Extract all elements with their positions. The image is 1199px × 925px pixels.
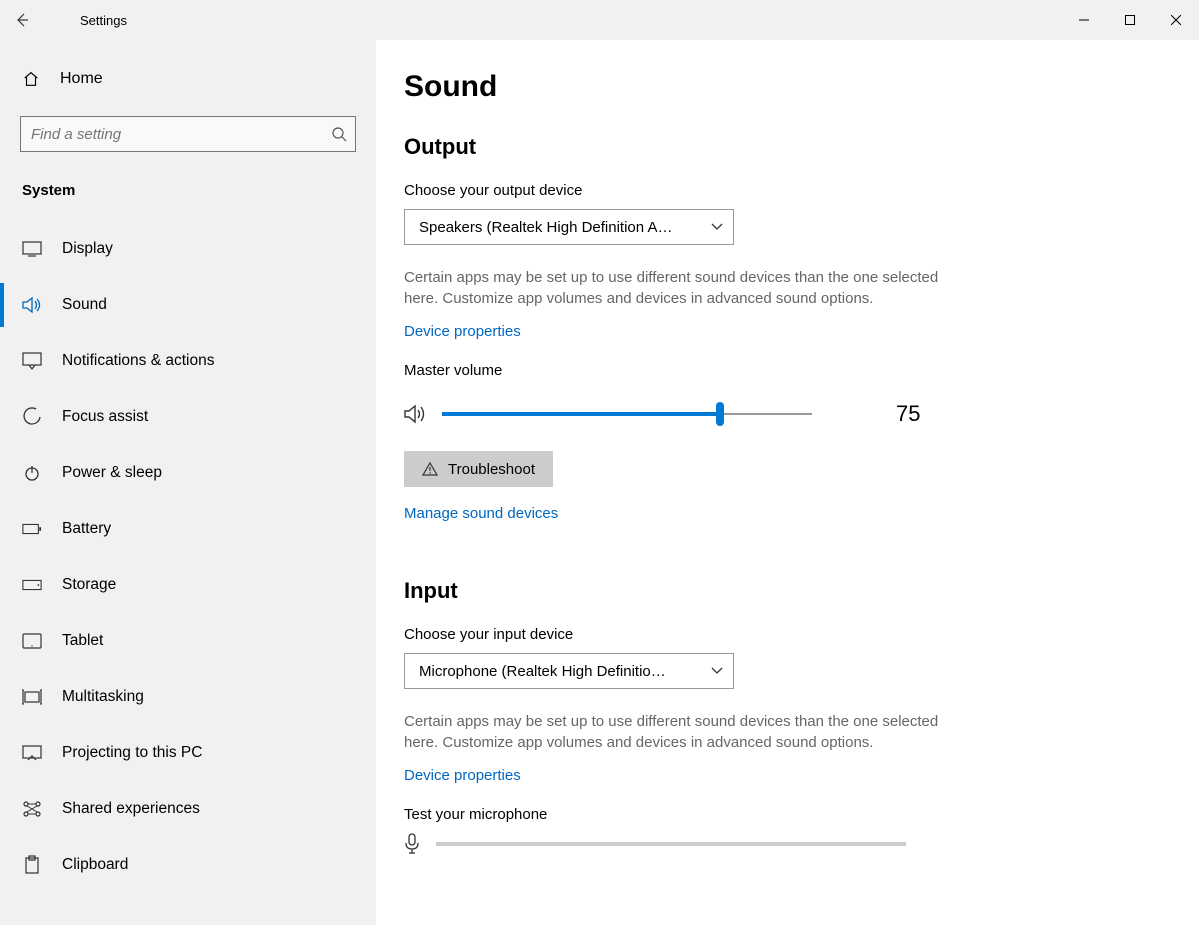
sidebar-item-power-sleep[interactable]: Power & sleep bbox=[0, 445, 376, 501]
master-volume-label: Master volume bbox=[404, 362, 1159, 379]
search-input-wrapper[interactable] bbox=[20, 116, 356, 152]
nav-label: Multitasking bbox=[62, 688, 144, 706]
sidebar-item-projecting[interactable]: Projecting to this PC bbox=[0, 725, 376, 781]
nav-label: Power & sleep bbox=[62, 464, 162, 482]
volume-icon[interactable] bbox=[404, 403, 428, 425]
input-choose-label: Choose your input device bbox=[404, 626, 1159, 643]
sidebar-item-storage[interactable]: Storage bbox=[0, 557, 376, 613]
output-heading: Output bbox=[404, 134, 1159, 160]
notifications-icon bbox=[22, 352, 42, 370]
sidebar: Home System Display Sound bbox=[0, 40, 376, 925]
shared-experiences-icon bbox=[22, 800, 42, 818]
output-choose-label: Choose your output device bbox=[404, 182, 1159, 199]
nav-label: Display bbox=[62, 240, 113, 258]
sidebar-item-display[interactable]: Display bbox=[0, 221, 376, 277]
sidebar-item-battery[interactable]: Battery bbox=[0, 501, 376, 557]
close-button[interactable] bbox=[1153, 0, 1199, 40]
display-icon bbox=[22, 241, 42, 257]
nav-label: Storage bbox=[62, 576, 116, 594]
chevron-down-icon bbox=[711, 223, 723, 231]
master-volume-value: 75 bbox=[896, 401, 920, 427]
minimize-button[interactable] bbox=[1061, 0, 1107, 40]
back-button[interactable] bbox=[0, 0, 44, 40]
troubleshoot-label: Troubleshoot bbox=[448, 461, 535, 478]
sidebar-item-clipboard[interactable]: Clipboard bbox=[0, 837, 376, 893]
chevron-down-icon bbox=[711, 667, 723, 675]
sidebar-item-tablet[interactable]: Tablet bbox=[0, 613, 376, 669]
window-title: Settings bbox=[44, 13, 127, 28]
projecting-icon bbox=[22, 745, 42, 761]
input-device-dropdown[interactable]: Microphone (Realtek High Definitio… bbox=[404, 653, 734, 689]
slider-thumb[interactable] bbox=[716, 402, 724, 426]
power-icon bbox=[22, 464, 42, 482]
page-title: Sound bbox=[404, 70, 1159, 104]
nav-label: Battery bbox=[62, 520, 111, 538]
battery-icon bbox=[22, 523, 42, 535]
sidebar-group-system: System bbox=[0, 174, 376, 207]
microphone-level-bar bbox=[436, 842, 906, 846]
nav-label: Projecting to this PC bbox=[62, 744, 202, 762]
test-mic-label: Test your microphone bbox=[404, 806, 1159, 823]
troubleshoot-button[interactable]: Troubleshoot bbox=[404, 451, 553, 487]
nav-label: Sound bbox=[62, 296, 107, 314]
nav-label: Clipboard bbox=[62, 856, 128, 874]
search-icon bbox=[331, 126, 347, 142]
input-device-properties-link[interactable]: Device properties bbox=[404, 767, 521, 784]
nav-label: Tablet bbox=[62, 632, 103, 650]
tablet-icon bbox=[22, 633, 42, 649]
output-device-dropdown[interactable]: Speakers (Realtek High Definition A… bbox=[404, 209, 734, 245]
output-help-text: Certain apps may be set up to use differ… bbox=[404, 267, 944, 309]
content-area: Sound Output Choose your output device S… bbox=[376, 40, 1199, 925]
input-heading: Input bbox=[404, 578, 1159, 604]
home-icon bbox=[22, 70, 40, 88]
sidebar-home[interactable]: Home bbox=[0, 60, 376, 98]
warning-icon bbox=[422, 461, 438, 477]
nav-label: Focus assist bbox=[62, 408, 148, 426]
home-label: Home bbox=[60, 70, 103, 88]
sidebar-item-notifications[interactable]: Notifications & actions bbox=[0, 333, 376, 389]
sound-icon bbox=[22, 296, 42, 314]
storage-icon bbox=[22, 579, 42, 591]
microphone-icon bbox=[404, 833, 420, 855]
output-device-properties-link[interactable]: Device properties bbox=[404, 323, 521, 340]
sidebar-item-shared-experiences[interactable]: Shared experiences bbox=[0, 781, 376, 837]
nav-label: Notifications & actions bbox=[62, 352, 215, 370]
titlebar: Settings bbox=[0, 0, 1199, 40]
focus-assist-icon bbox=[22, 407, 42, 427]
manage-sound-devices-link[interactable]: Manage sound devices bbox=[404, 505, 558, 522]
maximize-button[interactable] bbox=[1107, 0, 1153, 40]
master-volume-slider[interactable] bbox=[442, 404, 812, 424]
sidebar-item-focus-assist[interactable]: Focus assist bbox=[0, 389, 376, 445]
nav-label: Shared experiences bbox=[62, 800, 200, 818]
input-help-text: Certain apps may be set up to use differ… bbox=[404, 711, 944, 753]
window-controls bbox=[1061, 0, 1199, 40]
sidebar-item-sound[interactable]: Sound bbox=[0, 277, 376, 333]
output-device-selected: Speakers (Realtek High Definition A… bbox=[419, 219, 672, 236]
input-device-selected: Microphone (Realtek High Definitio… bbox=[419, 663, 666, 680]
clipboard-icon bbox=[22, 855, 42, 875]
search-input[interactable] bbox=[31, 126, 321, 143]
sidebar-item-multitasking[interactable]: Multitasking bbox=[0, 669, 376, 725]
multitasking-icon bbox=[22, 689, 42, 705]
